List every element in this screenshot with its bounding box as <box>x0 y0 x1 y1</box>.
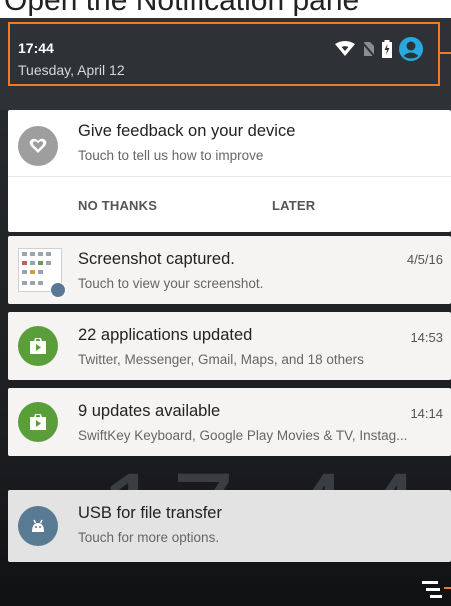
notification-subtitle: Touch for more options. <box>78 530 220 545</box>
play-store-icon <box>18 326 58 366</box>
notification-feedback[interactable]: Give feedback on your device Touch to te… <box>8 110 451 232</box>
callout-line <box>444 587 451 589</box>
heart-icon <box>18 126 58 166</box>
quick-settings-icon[interactable] <box>422 580 444 600</box>
notification-updates-available[interactable]: 9 updates available SwiftKey Keyboard, G… <box>8 388 451 456</box>
notification-time: 14:14 <box>410 406 443 421</box>
notification-subtitle: Twitter, Messenger, Gmail, Maps, and 18 … <box>78 352 364 367</box>
notification-title: USB for file transfer <box>78 504 222 522</box>
caption-text: Open the Notification pane <box>0 0 451 18</box>
notification-title: Give feedback on your device <box>78 122 296 140</box>
notification-title: Screenshot captured. <box>78 250 235 268</box>
notification-screenshot[interactable]: Screenshot captured. Touch to view your … <box>8 236 451 304</box>
notification-usb[interactable]: USB for file transfer Touch for more opt… <box>8 490 451 562</box>
notification-apps-updated[interactable]: 22 applications updated Twitter, Messeng… <box>8 312 451 380</box>
highlight-box <box>8 22 440 86</box>
notification-subtitle: SwiftKey Keyboard, Google Play Movies & … <box>78 428 408 443</box>
screenshot-badge-icon <box>50 282 66 298</box>
android-icon <box>18 506 58 546</box>
no-thanks-button[interactable]: NO THANKS <box>78 198 157 213</box>
divider <box>8 176 451 177</box>
callout-line <box>440 52 451 54</box>
notification-time: 4/5/16 <box>406 252 443 267</box>
notification-subtitle: Touch to view your screenshot. <box>78 276 264 291</box>
notification-time: 14:53 <box>410 330 443 345</box>
play-store-icon <box>18 402 58 442</box>
later-button[interactable]: LATER <box>272 198 315 213</box>
notification-title: 22 applications updated <box>78 326 253 344</box>
notification-subtitle: Touch to tell us how to improve <box>78 148 264 163</box>
notification-title: 9 updates available <box>78 402 221 420</box>
